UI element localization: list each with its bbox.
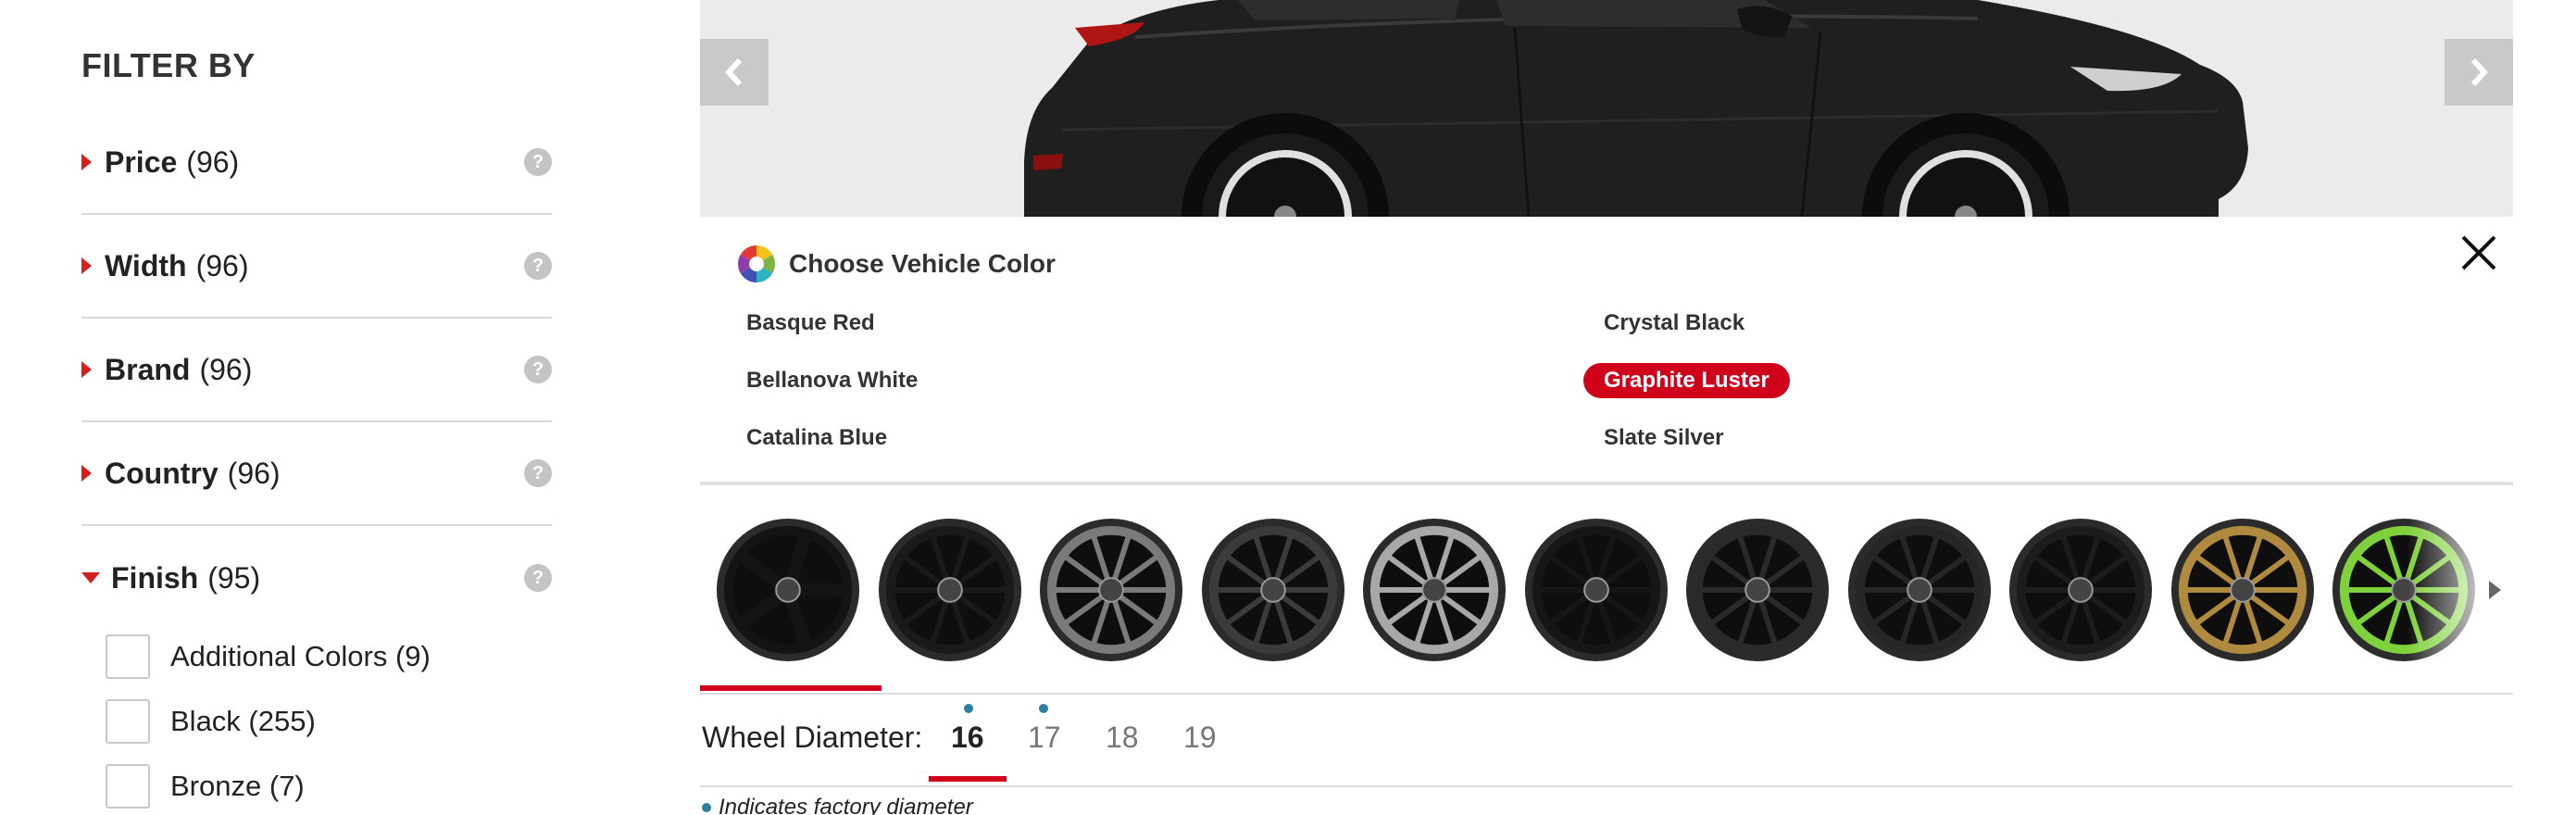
factory-diameter-dot [1039,704,1048,713]
diameter-option-18[interactable]: 18 [1106,721,1139,755]
wheel-selected-indicator [700,685,882,691]
checkbox[interactable] [106,764,150,809]
chevron-left-icon [724,57,743,87]
color-option-catalina-blue[interactable]: Catalina Blue [746,420,887,456]
wheel-diameter-label: Wheel Diameter: [702,721,923,754]
color-chooser-title: Choose Vehicle Color [789,249,1056,278]
close-button[interactable] [2459,233,2498,272]
wheel-image [1362,518,1507,662]
help-icon[interactable]: ? [524,148,552,176]
page: FILTER BY Price (96) ? Width (96) ? Bran… [0,0,2576,815]
caret-right-icon [81,361,92,378]
vehicle-prev-button[interactable] [700,39,769,106]
option-label: Black (255) [170,705,316,737]
checkbox[interactable] [106,634,150,679]
factory-diameter-dot [702,803,711,812]
finish-option-additional-colors[interactable]: Additional Colors (9) [106,633,431,680]
filter-brand[interactable]: Brand (96) ? [81,319,552,422]
caret-right-icon [81,154,92,170]
filter-count: (96) [195,248,249,282]
caret-right-icon [81,257,92,274]
wheel-thumbnail[interactable] [1361,517,1507,663]
finish-option-bronze[interactable]: Bronze (7) [106,763,305,809]
checkbox[interactable] [106,699,150,744]
wheel-thumbnail[interactable] [1684,517,1831,663]
wheel-thumbnail[interactable] [1038,517,1184,663]
color-option-basque-red[interactable]: Basque Red [746,306,875,341]
help-icon[interactable]: ? [524,356,552,383]
strip-fade [2407,509,2491,676]
wheel-image [1201,518,1344,662]
filter-count: (96) [199,352,253,386]
wheel-thumbnail[interactable] [1523,517,1669,663]
caret-right-icon [81,465,92,482]
filter-country[interactable]: Country (96) ? [81,422,552,526]
finish-option-black[interactable]: Black (255) [106,698,316,745]
wheel-thumbnail[interactable] [877,517,1023,663]
diameter-option-17[interactable]: 17 [1028,721,1061,755]
wheel-image [2170,518,2314,662]
chevron-right-icon [2470,57,2489,87]
help-icon[interactable]: ? [524,564,552,592]
filter-name: Price [105,144,178,179]
wheel-thumbnail[interactable] [2007,517,2154,663]
divider [700,482,2513,485]
close-icon [2461,235,2496,270]
option-label: Bronze (7) [170,770,305,802]
divider [700,693,2513,695]
factory-diameter-dot [964,704,973,713]
wheel-image [1847,518,1991,662]
color-wheel-icon [738,245,775,282]
filter-finish[interactable]: Finish (95) ? [81,526,552,630]
color-option-graphite-luster[interactable]: Graphite Luster [1583,363,1790,398]
filter-heading: FILTER BY [81,46,256,84]
diameter-selected-indicator [929,776,1007,782]
wheel-thumbnail[interactable] [715,517,861,663]
wheel-image [1685,518,1830,662]
factory-diameter-legend: Indicates factory diameter [702,795,973,815]
filter-count: (96) [227,456,281,490]
wheel-thumbnail[interactable] [1846,517,1993,663]
wheel-image [2008,518,2153,662]
filter-count: (96) [186,144,240,179]
vehicle-next-button[interactable] [2445,39,2513,106]
color-option-slate-silver[interactable]: Slate Silver [1604,420,1723,456]
help-icon[interactable]: ? [524,252,552,280]
filter-width[interactable]: Width (96) ? [81,215,552,319]
wheel-thumbnail[interactable] [2170,517,2316,663]
color-chooser-header: Choose Vehicle Color [737,244,1056,283]
filter-name: Country [105,456,219,490]
wheel-thumbnail[interactable] [1200,517,1346,663]
wheel-image [716,518,860,662]
legend-text: Indicates factory diameter [719,795,973,815]
color-option-crystal-black[interactable]: Crystal Black [1604,306,1744,341]
filter-name: Width [105,248,187,282]
vehicle-image [1024,0,2248,217]
help-icon[interactable]: ? [524,459,552,487]
caret-right-icon[interactable] [2489,581,2501,599]
wheel-image [878,518,1021,662]
option-label: Additional Colors (9) [170,640,431,672]
vehicle-preview [700,0,2513,217]
filter-name: Brand [105,352,191,386]
filter-count: (95) [207,560,261,595]
filter-price[interactable]: Price (96) ? [81,111,552,215]
caret-down-icon [81,572,100,583]
wheel-image [1524,518,1668,662]
diameter-option-19[interactable]: 19 [1183,721,1217,755]
wheel-image [1039,518,1183,662]
filter-name: Finish [111,560,199,595]
color-option-bellanova-white[interactable]: Bellanova White [746,363,918,398]
divider [700,785,2513,787]
diameter-option-16[interactable]: 16 [951,721,984,755]
